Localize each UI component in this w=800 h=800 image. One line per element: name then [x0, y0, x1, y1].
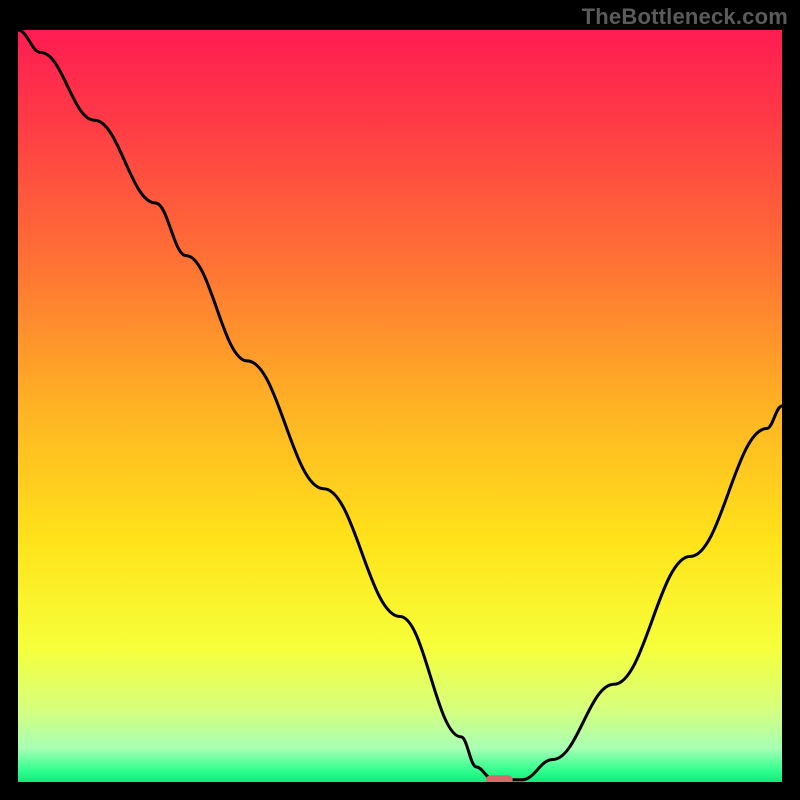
optimal-marker: [486, 775, 513, 782]
chart-svg: [18, 30, 782, 782]
watermark-label: TheBottleneck.com: [582, 4, 788, 30]
plot-area: [18, 30, 782, 782]
gradient-background: [18, 30, 782, 782]
chart-frame: TheBottleneck.com: [0, 0, 800, 800]
